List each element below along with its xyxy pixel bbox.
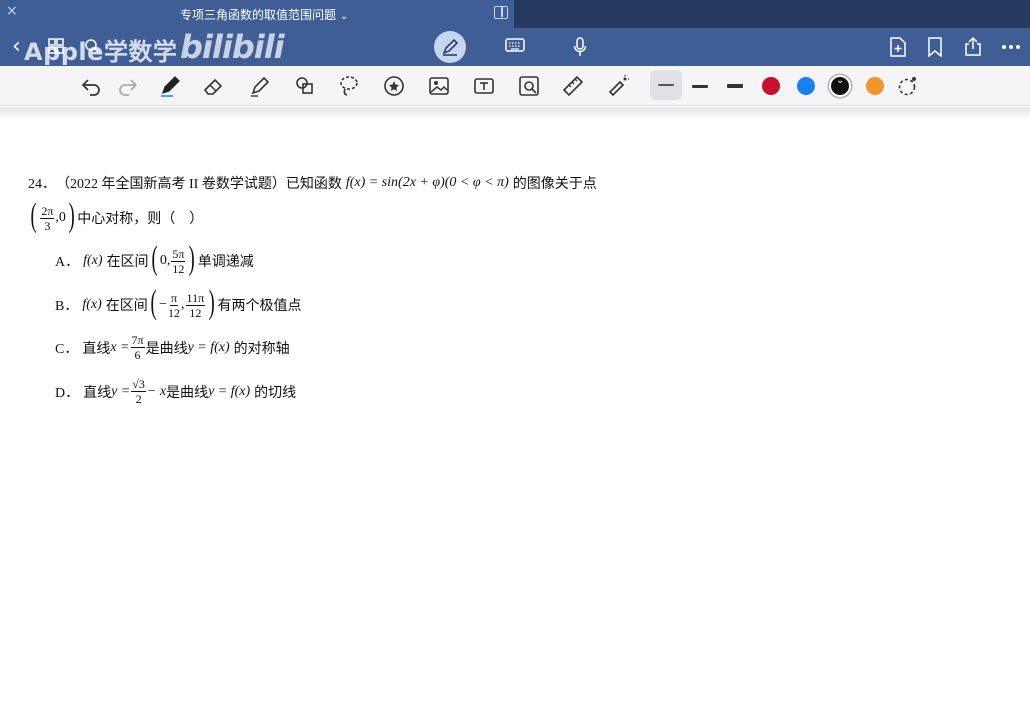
add-page-icon[interactable] [889, 37, 907, 57]
option-b-func: f(x) [82, 297, 102, 312]
close-window-button[interactable]: × [6, 3, 18, 19]
undo-icon[interactable] [79, 74, 103, 98]
share-icon[interactable] [963, 37, 983, 57]
redo-icon[interactable] [116, 74, 140, 98]
option-b[interactable]: B． f(x) 在区间 ( − π 12 , 11π 12 ) 有两个极值点 [55, 286, 302, 320]
option-d[interactable]: D． 直线 y = √3 2 − x 是曲线 y = f(x) 的切线 [55, 377, 296, 406]
custom-color-icon[interactable] [896, 74, 920, 98]
document-title: 专项三角函数的取值范围问题 [180, 8, 337, 22]
sticker-icon[interactable] [382, 74, 406, 98]
option-d-curve: y = f(x) [208, 383, 251, 399]
back-button[interactable]: ‹ [12, 34, 21, 59]
option-a-text2: 单调递减 [197, 255, 254, 270]
stroke-width-thick-button[interactable] [727, 84, 743, 88]
option-d-fraction: √3 2 [131, 377, 146, 406]
option-a[interactable]: A． f(x) 在区间 ( 0, 5π 12 ) 单调递减 [55, 242, 254, 276]
option-d-text1: 直线 [83, 385, 112, 401]
option-c-curve: y = f(x) [187, 339, 230, 355]
textbox-icon[interactable] [472, 74, 496, 98]
watermark-text: Apple学数学 [24, 38, 178, 66]
option-a-label: A． [55, 255, 80, 270]
option-d-minus-x: − x [146, 383, 167, 399]
stroke-width-medium-button[interactable] [692, 85, 708, 88]
stroke-width-thin-button[interactable] [650, 70, 682, 100]
option-d-text3: 的切线 [254, 385, 297, 401]
drawing-toolbar [0, 66, 1030, 106]
color-orange-swatch[interactable] [866, 77, 884, 95]
option-c-fraction: 7π 6 [130, 333, 145, 362]
option-b-label: B． [55, 299, 79, 314]
option-a-left-bound: 0, [159, 253, 171, 268]
option-a-text1: 在区间 [106, 255, 149, 270]
shapes-icon[interactable] [293, 74, 317, 98]
navigation-bar: ‹ Apple学数学 bilibili [0, 28, 1030, 66]
option-c[interactable]: C． 直线 x = 7π 6 是曲线 y = f(x) 的对称轴 [55, 333, 290, 362]
option-a-func: f(x) [83, 253, 103, 268]
question-stem-line2: ( 2π 3 ,0 ) 中心对称，则（ ） [30, 197, 204, 234]
color-black-swatch[interactable] [831, 75, 849, 95]
option-d-label: D． [55, 385, 80, 401]
laser-pointer-icon[interactable] [606, 74, 630, 98]
question-source: （2022 年全国新高考 II 卷数学试题）已知函数 [56, 177, 342, 192]
option-d-text2: 是曲线 [166, 385, 209, 401]
window-title-bar: × 专项三角函数的取值范围问题 ⌄ [0, 0, 1030, 28]
ruler-icon[interactable] [561, 74, 585, 98]
option-d-eq: y = [111, 383, 131, 399]
point-x-fraction: 2π 3 [40, 203, 55, 233]
eraser-icon[interactable] [202, 74, 226, 98]
color-blue-swatch[interactable] [797, 77, 815, 95]
option-a-fraction: 5π 12 [171, 246, 186, 276]
keyboard-icon[interactable] [505, 37, 525, 53]
option-c-text1: 直线 [82, 341, 111, 357]
color-red-swatch[interactable] [762, 77, 780, 95]
option-b-fraction1: π 12 [168, 290, 181, 320]
option-b-text1: 在区间 [105, 299, 148, 314]
handwriting-mode-button[interactable] [434, 31, 466, 63]
question-stem-line1: 24． （2022 年全国新高考 II 卷数学试题）已知函数 f(x) = si… [28, 173, 597, 193]
pen-icon [442, 38, 459, 56]
option-c-eq: x = [110, 339, 130, 355]
more-options-icon[interactable] [1001, 44, 1021, 50]
question-number: 24． [28, 177, 56, 192]
microphone-icon[interactable] [573, 37, 587, 57]
thin-stroke-icon [658, 84, 674, 86]
option-b-fraction2: 11π 12 [185, 290, 206, 320]
chevron-down-icon: ⌄ [340, 11, 349, 22]
option-b-comma: , [181, 297, 185, 312]
option-c-text2: 是曲线 [145, 341, 188, 357]
toolbar-shadow [0, 107, 1030, 119]
stem-tail: 的图像关于点 [512, 177, 597, 192]
bookmark-icon[interactable] [927, 37, 943, 57]
option-c-text3: 的对称轴 [233, 341, 290, 357]
title-bar-right-panel [514, 0, 1030, 28]
lasso-icon[interactable] [337, 74, 361, 98]
bilibili-watermark-logo: bilibili [180, 28, 285, 66]
function-definition: f(x) = sin(2x + φ)(0 < φ < π) [345, 175, 509, 190]
highlighter-icon[interactable] [248, 74, 272, 98]
stem-line2-text: 中心对称，则（ ） [77, 212, 204, 227]
document-page[interactable]: 24． （2022 年全国新高考 II 卷数学试题）已知函数 f(x) = si… [0, 119, 1030, 720]
image-icon[interactable] [427, 74, 451, 98]
split-view-icon[interactable] [494, 6, 508, 19]
option-b-minus: − [159, 297, 168, 312]
point-y: ,0 [55, 210, 66, 225]
option-c-label: C． [55, 341, 79, 357]
scan-icon[interactable] [517, 74, 541, 98]
pen-tool-icon[interactable] [158, 74, 182, 98]
document-title-dropdown[interactable]: 专项三角函数的取值范围问题 ⌄ [180, 6, 348, 23]
option-b-text2: 有两个极值点 [217, 299, 302, 314]
